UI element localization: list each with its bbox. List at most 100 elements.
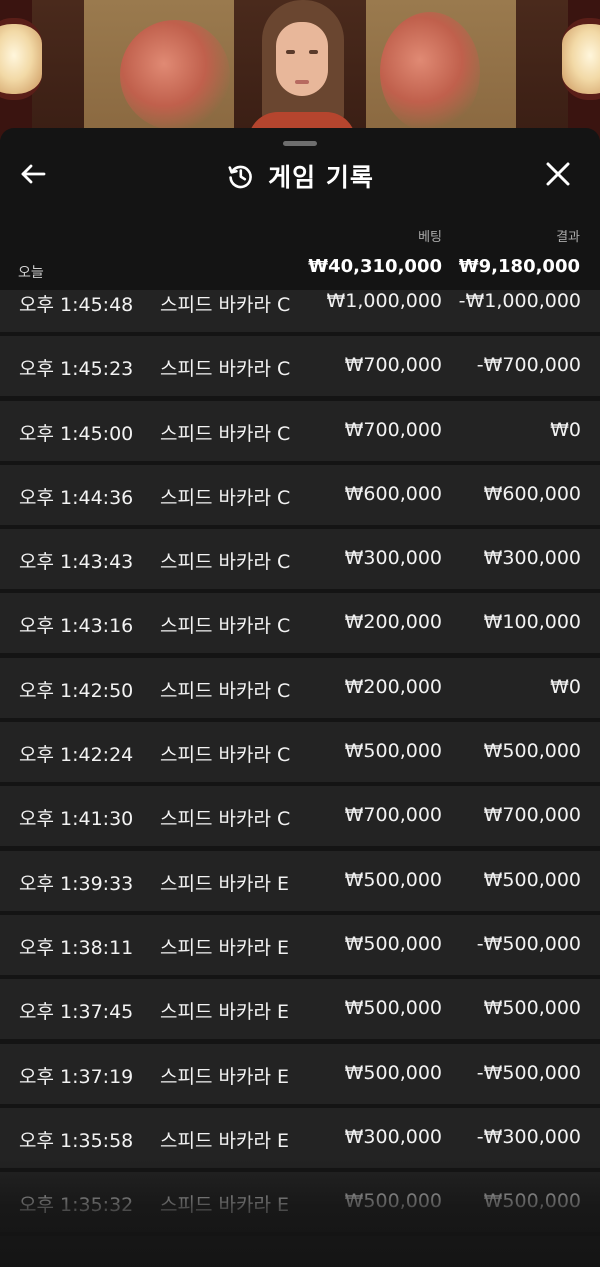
history-row[interactable]: 오후 1:37:19 스피드 바카라 E ₩500,000 -₩500,000 (0, 1043, 600, 1104)
history-icon (226, 162, 254, 190)
row-time: 오후 1:45:48 (19, 294, 134, 316)
history-row[interactable]: 오후 1:42:50 스피드 바카라 C ₩200,000 ₩0 (0, 657, 600, 718)
row-game: 스피드 바카라 E (160, 1129, 289, 1152)
row-result: ₩500,000 (483, 997, 581, 1020)
row-result: -₩500,000 (476, 1061, 581, 1084)
row-time: 오후 1:45:23 (19, 358, 134, 381)
history-row[interactable]: 오후 1:43:16 스피드 바카라 C ₩200,000 ₩100,000 (0, 593, 600, 654)
history-row[interactable]: 오후 1:39:33 스피드 바카라 E ₩500,000 ₩500,000 (0, 850, 600, 911)
row-time: 오후 1:38:11 (19, 936, 134, 959)
row-game: 스피드 바카라 E (160, 936, 289, 959)
row-bet: ₩700,000 (344, 418, 442, 441)
row-bet: ₩500,000 (344, 1190, 442, 1213)
row-time: 오후 1:35:58 (19, 1129, 134, 1152)
live-dealer (248, 0, 356, 140)
history-row[interactable]: 오후 1:45:23 스피드 바카라 C ₩700,000 -₩700,000 (0, 336, 600, 397)
row-time: 오후 1:43:43 (19, 551, 134, 574)
close-button[interactable] (538, 156, 578, 196)
history-row[interactable]: 오후 1:38:11 스피드 바카라 E ₩500,000 -₩500,000 (0, 914, 600, 975)
row-result: ₩500,000 (483, 1190, 581, 1213)
row-bet: ₩500,000 (344, 868, 442, 891)
close-icon (546, 162, 570, 190)
history-row[interactable]: 오후 1:44:36 스피드 바카라 C ₩600,000 ₩600,000 (0, 464, 600, 525)
row-time: 오후 1:42:50 (19, 679, 134, 702)
row-game: 스피드 바카라 E (160, 1194, 289, 1217)
row-result: ₩300,000 (483, 547, 581, 570)
row-bet: ₩200,000 (344, 611, 442, 634)
row-bet: ₩500,000 (344, 932, 442, 955)
row-result: ₩500,000 (483, 868, 581, 891)
sheet-drag-handle[interactable] (283, 141, 317, 146)
sheet-title: 게임 기록 (268, 163, 374, 192)
row-time: 오후 1:37:19 (19, 1065, 134, 1088)
row-bet: ₩1,000,000 (326, 290, 442, 312)
row-bet: ₩500,000 (344, 997, 442, 1020)
lantern-decoration (562, 18, 600, 100)
summary-total-result: ₩9,180,000 (458, 256, 580, 277)
row-result: ₩600,000 (483, 482, 581, 505)
cherry-blossom-decoration (380, 12, 480, 132)
row-bet: ₩500,000 (344, 1061, 442, 1084)
result-column-label: 결과 (556, 230, 580, 245)
row-bet: ₩300,000 (344, 1125, 442, 1148)
row-result: ₩700,000 (483, 804, 581, 827)
row-result: ₩0 (550, 418, 581, 441)
live-video-background (0, 0, 600, 140)
history-row[interactable]: 오후 1:35:58 스피드 바카라 E ₩300,000 -₩300,000 (0, 1107, 600, 1168)
row-game: 스피드 바카라 C (160, 294, 291, 316)
row-time: 오후 1:35:32 (19, 1194, 134, 1217)
row-result: ₩500,000 (483, 740, 581, 763)
row-time: 오후 1:37:45 (19, 1001, 134, 1024)
summary-date: 오늘 (18, 265, 44, 281)
back-button[interactable] (20, 158, 64, 194)
history-row[interactable]: 오후 1:43:43 스피드 바카라 C ₩300,000 ₩300,000 (0, 529, 600, 590)
row-result: ₩100,000 (483, 611, 581, 634)
cherry-blossom-decoration (120, 20, 230, 130)
row-bet: ₩300,000 (344, 547, 442, 570)
row-bet: ₩600,000 (344, 482, 442, 505)
row-bet: ₩700,000 (344, 804, 442, 827)
row-time: 오후 1:45:00 (19, 422, 134, 445)
history-row[interactable]: 오후 1:42:24 스피드 바카라 C ₩500,000 ₩500,000 (0, 722, 600, 783)
row-game: 스피드 바카라 C (160, 615, 291, 638)
row-bet: ₩700,000 (344, 354, 442, 377)
row-game: 스피드 바카라 C (160, 679, 291, 702)
column-headers: 베팅 결과 (0, 226, 600, 246)
history-row[interactable]: 오후 1:45:48 스피드 바카라 C ₩1,000,000 -₩1,000,… (0, 290, 600, 332)
lantern-decoration (0, 18, 42, 100)
row-time: 오후 1:43:16 (19, 615, 134, 638)
arrow-left-icon (20, 163, 46, 189)
row-result: -₩700,000 (476, 354, 581, 377)
row-game: 스피드 바카라 C (160, 486, 291, 509)
row-game: 스피드 바카라 E (160, 1001, 289, 1024)
row-time: 오후 1:42:24 (19, 744, 134, 767)
row-bet: ₩200,000 (344, 675, 442, 698)
bet-column-label: 베팅 (418, 230, 442, 245)
sheet-title-group: 게임 기록 (0, 148, 600, 204)
row-result: -₩300,000 (476, 1125, 581, 1148)
row-time: 오후 1:41:30 (19, 808, 134, 831)
row-game: 스피드 바카라 C (160, 422, 291, 445)
row-bet: ₩500,000 (344, 740, 442, 763)
row-result: -₩1,000,000 (458, 290, 581, 312)
row-result: -₩500,000 (476, 932, 581, 955)
daily-summary: 오늘 ₩40,310,000 ₩9,180,000 (0, 254, 600, 288)
history-row[interactable]: 오후 1:41:30 스피드 바카라 C ₩700,000 ₩700,000 (0, 786, 600, 847)
row-game: 스피드 바카라 C (160, 744, 291, 767)
row-game: 스피드 바카라 C (160, 551, 291, 574)
history-list[interactable]: 오후 1:45:48 스피드 바카라 C ₩1,000,000 -₩1,000,… (0, 290, 600, 1267)
row-game: 스피드 바카라 E (160, 872, 289, 895)
row-time: 오후 1:44:36 (19, 486, 134, 509)
history-row[interactable] (0, 1236, 600, 1267)
history-row[interactable]: 오후 1:35:32 스피드 바카라 E ₩500,000 ₩500,000 (0, 1172, 600, 1233)
row-game: 스피드 바카라 E (160, 1065, 289, 1088)
history-row[interactable]: 오후 1:37:45 스피드 바카라 E ₩500,000 ₩500,000 (0, 979, 600, 1040)
game-history-sheet: 게임 기록 베팅 결과 오늘 ₩40,310,000 ₩9,180,000 오후… (0, 128, 600, 1267)
summary-total-bet: ₩40,310,000 (308, 256, 442, 277)
row-game: 스피드 바카라 C (160, 358, 291, 381)
row-game: 스피드 바카라 C (160, 808, 291, 831)
row-time: 오후 1:39:33 (19, 872, 134, 895)
history-row[interactable]: 오후 1:45:00 스피드 바카라 C ₩700,000 ₩0 (0, 400, 600, 461)
row-result: ₩0 (550, 675, 581, 698)
sheet-header: 게임 기록 (0, 148, 600, 204)
